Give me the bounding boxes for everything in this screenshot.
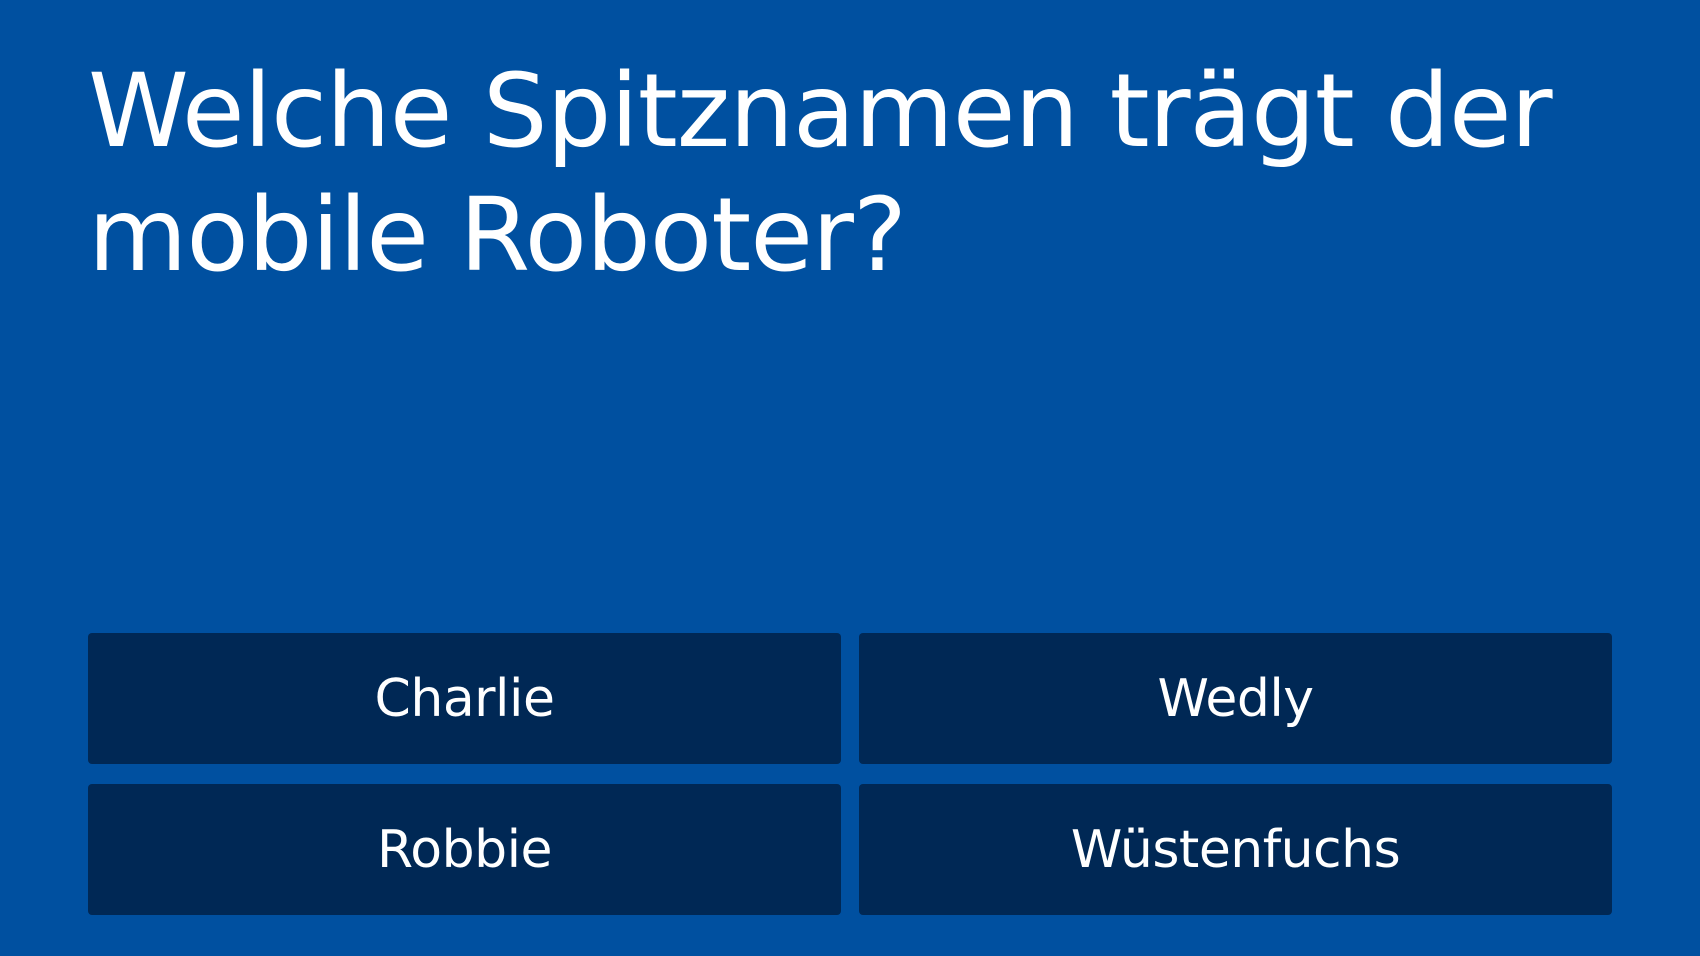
answer-button-charlie[interactable]: Charlie bbox=[88, 633, 841, 764]
answer-label: Wüstenfuchs bbox=[1070, 819, 1401, 880]
answer-label: Charlie bbox=[374, 668, 555, 729]
answer-button-wuestenfuchs[interactable]: Wüstenfuchs bbox=[859, 784, 1612, 915]
answer-grid: Charlie Wedly Robbie Wüstenfuchs bbox=[88, 633, 1612, 915]
answer-label: Robbie bbox=[376, 819, 553, 880]
answer-button-wedly[interactable]: Wedly bbox=[859, 633, 1612, 764]
answer-button-robbie[interactable]: Robbie bbox=[88, 784, 841, 915]
quiz-screen: Welche Spitznamen trägt der mobile Robot… bbox=[0, 0, 1700, 956]
answer-label: Wedly bbox=[1157, 668, 1314, 729]
question-text: Welche Spitznamen trägt der mobile Robot… bbox=[88, 52, 1553, 295]
